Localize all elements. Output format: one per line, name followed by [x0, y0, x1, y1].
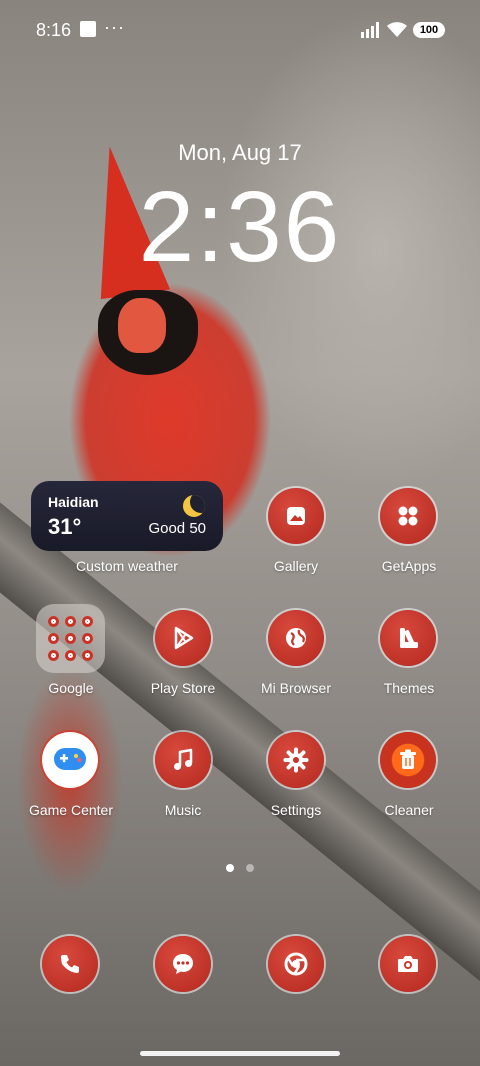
gear-icon [283, 747, 309, 773]
playstore-app[interactable] [155, 610, 211, 666]
camera-icon [398, 956, 418, 972]
messages-icon [173, 954, 193, 974]
phone-icon [61, 955, 79, 973]
moon-icon [183, 495, 205, 517]
themes-label: Themes [383, 680, 435, 696]
playstore-label: Play Store [150, 680, 216, 696]
folder-mini-icon [82, 633, 93, 644]
mibrowser-app[interactable] [268, 610, 324, 666]
gallery-label: Gallery [273, 558, 319, 574]
globe-icon [286, 628, 306, 648]
weather-temperature: 31° [48, 514, 82, 539]
home-gesture-bar[interactable] [140, 1051, 340, 1056]
settings-label: Settings [270, 802, 322, 818]
status-time: 8:16 [36, 20, 72, 40]
folder-mini-icon [65, 633, 76, 644]
cleaner-label: Cleaner [384, 802, 434, 818]
weather-widget[interactable]: Haidian 31° Good 50 [31, 481, 223, 551]
lock-clock: 2:36 [138, 171, 342, 283]
weather-widget-label: Custom weather [76, 558, 178, 574]
wifi-icon [387, 22, 407, 37]
battery-indicator: 100 [413, 22, 445, 38]
messages-app[interactable] [155, 936, 211, 992]
cleaner-app[interactable] [380, 732, 436, 788]
folder-mini-icon [82, 650, 93, 661]
folder-mini-icon [48, 650, 59, 661]
folder-mini-icon [48, 616, 59, 627]
more-notifications-icon: ··· [104, 17, 125, 37]
mibrowser-label: Mi Browser [260, 680, 331, 696]
gamecenter-app[interactable] [42, 732, 98, 788]
camera-app[interactable] [380, 936, 436, 992]
getapps-app[interactable] [380, 488, 436, 544]
notification-square-icon [80, 21, 96, 37]
chrome-icon [284, 952, 308, 976]
play-store-icon [174, 626, 194, 650]
page-indicator-active[interactable] [226, 864, 234, 872]
folder-mini-icon [48, 633, 59, 644]
getapps-icon [398, 506, 418, 526]
trash-icon [400, 749, 416, 769]
google-folder-label: Google [48, 680, 94, 696]
folder-mini-icon [65, 650, 76, 661]
page-indicator[interactable] [246, 864, 254, 872]
folder-mini-icon [82, 616, 93, 627]
music-label: Music [164, 802, 202, 818]
google-folder[interactable] [36, 604, 105, 673]
chrome-app[interactable] [268, 936, 324, 992]
gamecenter-label: Game Center [28, 802, 114, 818]
settings-app[interactable] [268, 732, 324, 788]
phone-app[interactable] [42, 936, 98, 992]
folder-mini-icon [65, 616, 76, 627]
getapps-label: GetApps [381, 558, 437, 574]
lock-date: Mon, Aug 17 [178, 140, 302, 165]
signal-icon [361, 22, 379, 38]
weather-city: Haidian [48, 494, 99, 510]
gallery-app[interactable] [268, 488, 324, 544]
themes-app[interactable] [380, 610, 436, 666]
themes-icon [400, 628, 418, 648]
music-note-icon [174, 748, 193, 770]
weather-air-quality: Good 50 [148, 520, 206, 537]
cardinal-beak [118, 298, 166, 353]
gallery-icon [287, 507, 305, 525]
gamepad-icon [54, 748, 86, 770]
status-bar: 8:16 ··· 100 [0, 0, 480, 60]
music-app[interactable] [155, 732, 211, 788]
